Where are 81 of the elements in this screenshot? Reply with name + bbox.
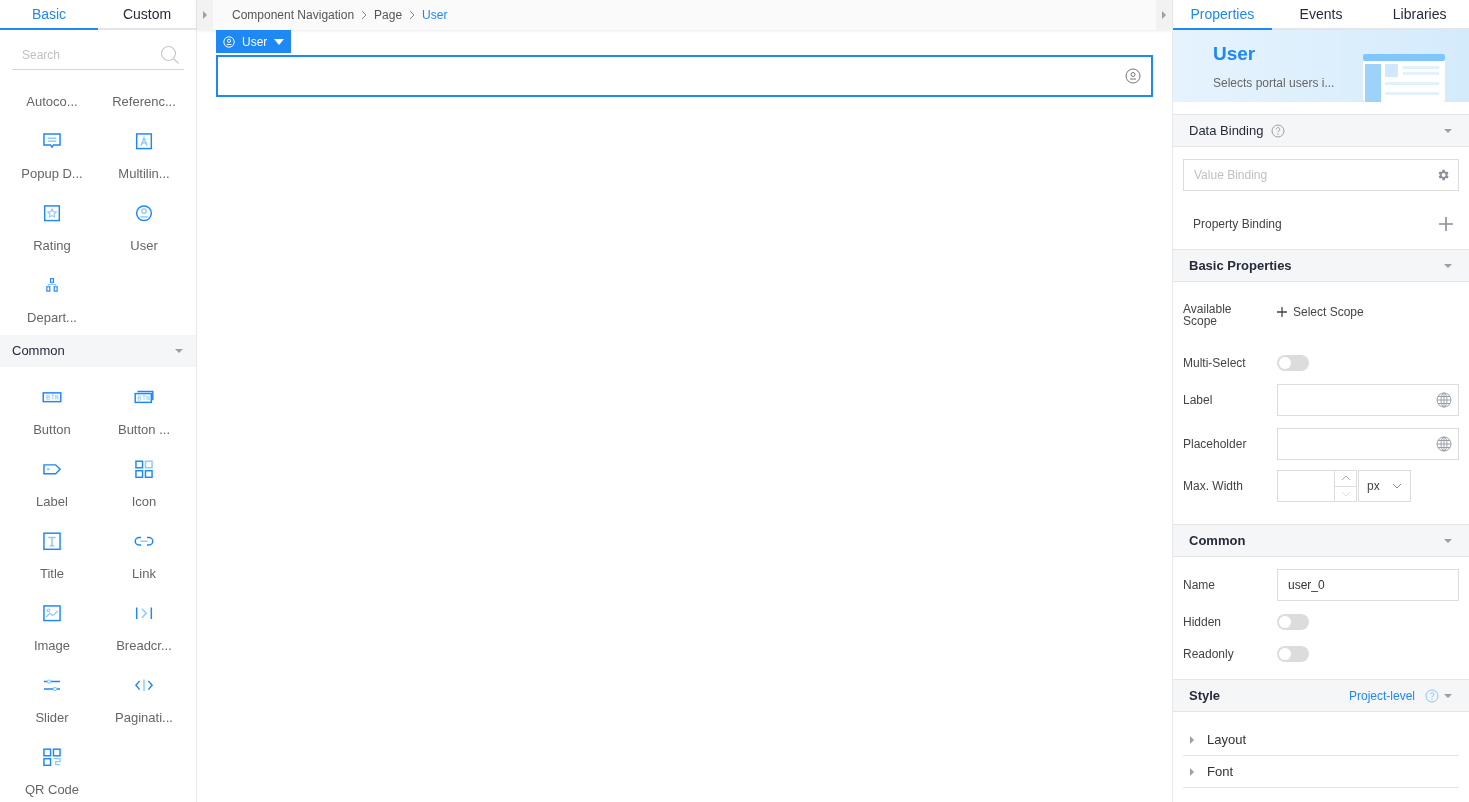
field-label: Multi-Select xyxy=(1183,355,1247,372)
section-title: Basic Properties xyxy=(1189,256,1292,275)
component-item[interactable]: Multilin... xyxy=(98,111,190,183)
section-title: Style xyxy=(1189,686,1221,705)
number-field[interactable] xyxy=(1277,470,1357,502)
field-label: Available Scope xyxy=(1183,303,1233,327)
field-label: Name xyxy=(1183,577,1216,594)
field-label: Label xyxy=(1183,392,1214,409)
component-item[interactable]: Icon xyxy=(98,439,190,511)
chevron-up-icon xyxy=(1340,475,1351,482)
user-icon xyxy=(1125,67,1141,84)
component-item[interactable]: Paginati... xyxy=(98,655,190,727)
user-select-field[interactable] xyxy=(216,54,1153,97)
field-label: Placeholder xyxy=(1183,436,1248,453)
toggle-switch[interactable] xyxy=(1277,614,1309,630)
component-item[interactable]: Slider xyxy=(6,655,98,727)
breadcrumb-link[interactable]: User xyxy=(422,6,448,24)
unit-select[interactable]: px xyxy=(1358,470,1411,502)
component-tag[interactable]: User xyxy=(216,30,292,53)
scope-link[interactable]: Project-level xyxy=(1348,686,1415,705)
component-item[interactable]: Autoco... xyxy=(6,71,98,111)
section-title: Data Binding xyxy=(1189,121,1264,140)
chevron-down-icon xyxy=(1340,490,1351,497)
globe-icon[interactable] xyxy=(1436,436,1452,452)
banner-description: Selects portal users i... xyxy=(1213,75,1335,93)
component-item[interactable]: Button xyxy=(6,367,98,439)
banner-title: User xyxy=(1213,41,1257,66)
toggle-switch[interactable] xyxy=(1277,646,1309,662)
plus-icon[interactable] xyxy=(1439,217,1453,231)
component-item[interactable]: Rating xyxy=(6,183,98,255)
text-field[interactable]: user_0 xyxy=(1277,569,1459,601)
section-header[interactable]: Data Binding xyxy=(1173,114,1469,147)
component-item[interactable]: User xyxy=(98,183,190,255)
collapsible-group[interactable]: Layout xyxy=(1183,724,1459,756)
component-item[interactable]: Label xyxy=(6,439,98,511)
text-field[interactable] xyxy=(1277,428,1459,460)
help-icon[interactable] xyxy=(1425,688,1439,703)
section-header[interactable]: Common xyxy=(0,335,196,367)
text-field[interactable] xyxy=(1277,384,1459,416)
section-title: Common xyxy=(12,342,65,361)
field-label: Property Binding xyxy=(1193,216,1282,233)
chevron-right-icon xyxy=(408,10,417,20)
component-item[interactable]: Popup D... xyxy=(6,111,98,183)
component-item[interactable]: Link xyxy=(98,511,190,583)
help-icon[interactable] xyxy=(1271,123,1286,138)
component-item[interactable]: Depart... xyxy=(6,255,98,327)
field-label: Max. Width xyxy=(1183,478,1244,495)
caret-icon xyxy=(1187,734,1197,745)
panel-tab[interactable]: Basic xyxy=(0,0,98,30)
field-label: Hidden xyxy=(1183,614,1223,631)
caret-icon xyxy=(1187,766,1197,777)
select-scope-button[interactable]: Select Scope xyxy=(1277,303,1364,321)
settings-icon[interactable] xyxy=(1436,168,1450,182)
caret-icon xyxy=(1159,10,1169,20)
breadcrumb-link[interactable]: Page xyxy=(374,6,403,24)
section-title: Common xyxy=(1189,531,1246,550)
section-header[interactable]: Common xyxy=(1173,524,1469,557)
chevron-right-icon xyxy=(360,10,369,20)
collapse-right-button[interactable] xyxy=(1156,0,1172,30)
collapse-left-button[interactable] xyxy=(197,0,213,30)
component-item[interactable]: Button ... xyxy=(98,367,190,439)
section-header[interactable]: Basic Properties xyxy=(1173,249,1469,282)
section-header[interactable]: Style Project-level xyxy=(1173,679,1469,712)
plus-icon xyxy=(1277,307,1287,317)
component-item[interactable]: Breadcr... xyxy=(98,583,190,655)
component-item[interactable]: Referenc... xyxy=(98,71,190,111)
component-item[interactable]: QR Code xyxy=(6,727,98,799)
caret-icon xyxy=(200,10,210,20)
caret-icon xyxy=(274,37,285,46)
chevron-down-icon xyxy=(1392,483,1402,489)
search-icon[interactable] xyxy=(160,45,180,65)
globe-icon[interactable] xyxy=(1436,392,1452,408)
breadcrumb-link[interactable]: Component Navigation xyxy=(232,6,355,24)
component-item[interactable]: Image xyxy=(6,583,98,655)
toggle-switch[interactable] xyxy=(1277,355,1309,371)
field-label: Readonly xyxy=(1183,646,1235,663)
value-binding-field[interactable]: Value Binding xyxy=(1183,159,1459,191)
search-field[interactable]: Search xyxy=(12,40,184,70)
user-icon xyxy=(223,35,235,48)
component-item[interactable]: Title xyxy=(6,511,98,583)
collapsible-group[interactable]: Font xyxy=(1183,756,1459,788)
